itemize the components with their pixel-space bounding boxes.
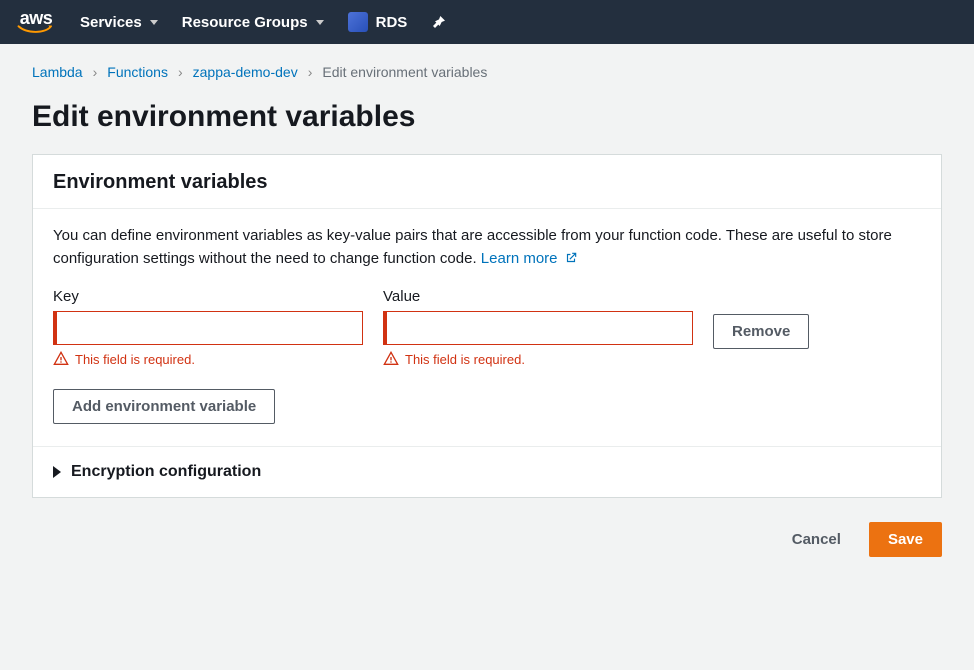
value-label: Value [383,288,693,305]
chevron-right-icon: › [178,64,183,80]
pin-icon [431,14,447,30]
warning-icon [53,351,69,367]
key-input[interactable] [53,311,363,345]
external-link-icon [564,250,578,273]
value-error-text: This field is required. [405,352,525,367]
nav-rds-shortcut[interactable]: RDS [348,12,408,32]
nav-rds-label: RDS [376,14,408,31]
key-error: This field is required. [53,351,363,367]
pin-button[interactable] [431,14,447,30]
value-input[interactable] [383,311,693,345]
page-title: Edit environment variables [32,100,942,134]
nav-services[interactable]: Services [80,14,158,31]
key-column: Key This field is required. [53,288,363,367]
nav-resource-groups-label: Resource Groups [182,14,308,31]
breadcrumb: Lambda › Functions › zappa-demo-dev › Ed… [32,64,942,80]
cancel-button[interactable]: Cancel [774,522,859,557]
warning-icon [383,351,399,367]
nav-services-label: Services [80,14,142,31]
save-button[interactable]: Save [869,522,942,557]
key-label: Key [53,288,363,305]
breadcrumb-link-functions[interactable]: Functions [107,64,168,80]
aws-logo[interactable]: aws [16,9,56,35]
breadcrumb-link-function-name[interactable]: zappa-demo-dev [193,64,298,80]
footer-actions: Cancel Save [32,522,942,557]
panel-body: You can define environment variables as … [33,209,941,447]
remove-button[interactable]: Remove [713,314,809,349]
breadcrumb-link-lambda[interactable]: Lambda [32,64,83,80]
chevron-down-icon [316,20,324,25]
rds-icon [348,12,368,32]
page-content: Lambda › Functions › zappa-demo-dev › Ed… [0,44,974,581]
value-error: This field is required. [383,351,693,367]
key-error-text: This field is required. [75,352,195,367]
aws-smile-icon [16,25,56,35]
add-env-var-button[interactable]: Add environment variable [53,389,275,424]
encryption-title: Encryption configuration [71,463,261,481]
panel-title: Environment variables [53,171,921,194]
panel-description: You can define environment variables as … [53,225,921,272]
panel-header: Environment variables [33,155,941,209]
chevron-right-icon: › [308,64,313,80]
nav-resource-groups[interactable]: Resource Groups [182,14,324,31]
env-vars-panel: Environment variables You can define env… [32,154,942,498]
panel-description-text: You can define environment variables as … [53,227,892,267]
chevron-right-icon: › [93,64,98,80]
top-nav: aws Services Resource Groups RDS [0,0,974,44]
encryption-section-toggle[interactable]: Encryption configuration [33,447,941,497]
remove-column: Remove [713,288,809,349]
chevron-down-icon [150,20,158,25]
caret-right-icon [53,466,61,478]
breadcrumb-current: Edit environment variables [322,64,487,80]
learn-more-text: Learn more [481,250,558,267]
value-column: Value This field is required. [383,288,693,367]
env-var-row: Key This field is required. Value [53,288,921,367]
learn-more-link[interactable]: Learn more [481,250,578,267]
